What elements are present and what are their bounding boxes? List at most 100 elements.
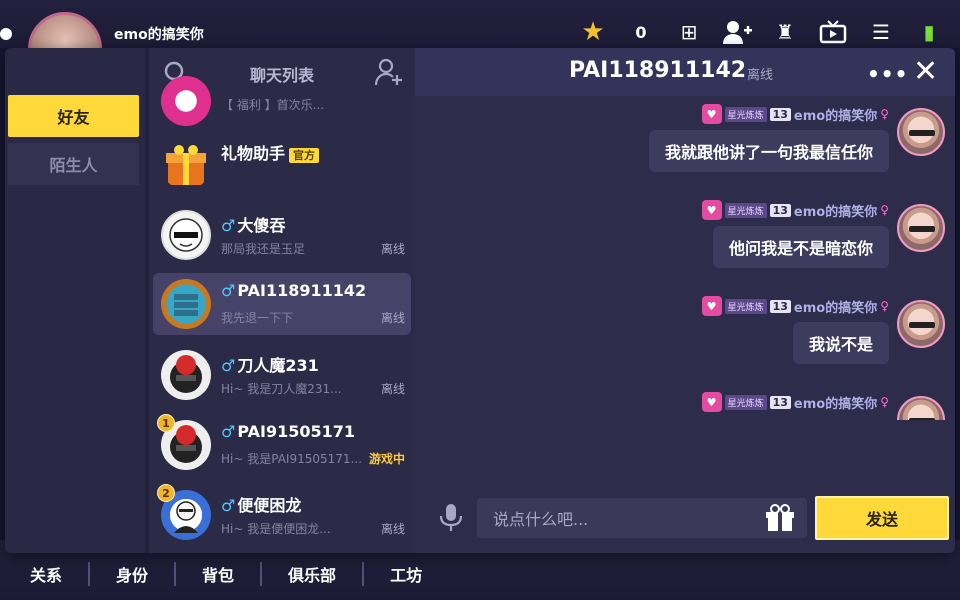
add-box-icon[interactable]: ⊞ (674, 18, 704, 46)
level-badge: 13 (769, 203, 791, 217)
bottom-tabs: 关系 身份 背包 俱乐部 工坊 (20, 562, 448, 586)
level-badge: 13 (769, 107, 791, 121)
list-item-preview: 那局我还是玉足 (221, 242, 306, 256)
avatar (161, 350, 211, 400)
gift-icon[interactable] (765, 504, 795, 532)
sunglasses-icon (909, 226, 935, 232)
list-item-name: ♂ 便便困龙 (221, 496, 302, 515)
status-badge: 离线 (380, 522, 405, 536)
list-item[interactable]: 【 福利 】首次乐... (153, 70, 411, 132)
tv-icon[interactable] (818, 18, 848, 46)
title-tag: 星光炼炼 (724, 298, 767, 314)
message-meta: ♥ 星光炼炼 13 emo的搞笑你 ♀ (701, 104, 889, 124)
message-list[interactable]: ♥ 星光炼炼 13 emo的搞笑你 ♀ 我就跟他讲了一句我最信任你 ♥ 星光炼炼… (415, 96, 955, 420)
list-item-preview: 【 福利 】首次乐... (221, 98, 325, 112)
conversation-panel: PAI118911142 离线 ••• ✕ ♥ 星光炼炼 13 emo的搞笑你 … (415, 48, 955, 553)
list-item-selected[interactable]: ♂ PAI118911142 我先退一下下 离线 (153, 273, 411, 335)
tab-relations[interactable]: 关系 (20, 562, 91, 586)
message: ♥ 星光炼炼 13 emo的搞笑你 ♀ 他问我是不是暗恋你 (415, 200, 955, 280)
avatar (161, 279, 211, 329)
sunglasses-icon (909, 130, 935, 136)
sunglasses-icon (909, 322, 935, 328)
male-icon: ♂ (221, 281, 236, 300)
sender-avatar[interactable] (897, 204, 945, 252)
level-badge: 13 (769, 395, 791, 409)
more-icon[interactable]: ••• (867, 62, 908, 86)
message-bubble[interactable]: 他问我是不是暗恋你 (712, 226, 889, 268)
message: ♥ 星光炼炼 13 emo的搞笑你 ♀ 我说不是 (415, 296, 955, 376)
tab-backpack[interactable]: 背包 (176, 562, 263, 586)
list-item-preview: 我先退一下下 (221, 311, 294, 325)
male-icon: ♂ (221, 422, 236, 441)
list-item[interactable]: 1 ♂ PAI91505171 Hi~ 我是PAI91505171... 游戏中 (153, 414, 411, 476)
title-tag: 星光炼炼 (724, 202, 767, 218)
signal-icon: ▮ (923, 20, 935, 44)
level-badge: 13 (769, 299, 791, 313)
sender-avatar[interactable] (897, 108, 945, 156)
rank-icon[interactable]: ♜ (770, 18, 800, 46)
avatar (161, 76, 211, 126)
message-bubble[interactable]: 我就跟他讲了一句我最信任你 (648, 130, 889, 172)
conversation-header: PAI118911142 离线 ••• ✕ (415, 48, 955, 96)
strangers-tab[interactable]: 陌生人 (8, 143, 139, 185)
sender-name: emo的搞笑你 (793, 108, 878, 124)
male-icon: ♂ (221, 356, 236, 375)
message: ♥ 星光炼炼 13 emo的搞笑你 ♀ (415, 392, 955, 420)
female-icon: ♀ (880, 395, 889, 409)
heart-badge-icon: ♥ (701, 104, 722, 124)
status-dot (0, 28, 12, 40)
list-item-name: 礼物助手 官方 (221, 140, 320, 164)
female-icon: ♀ (880, 203, 889, 217)
chat-list-panel: 聊天列表 【 福利 】首次乐... 礼物助手 官方 ♂ 大傻吞 那局我还是玉足 … (149, 48, 415, 553)
star-icon[interactable]: ★ (578, 17, 608, 47)
microphone-icon[interactable] (437, 502, 465, 532)
rank-badge: 1 (157, 414, 175, 432)
list-item-name: ♂ PAI91505171 (221, 422, 355, 441)
sunglasses-icon (909, 418, 935, 420)
chat-category-nav: 好友 陌生人 (5, 48, 145, 553)
friends-tab[interactable]: 好友 (8, 95, 139, 137)
message-bubble[interactable]: 我说不是 (792, 322, 889, 364)
list-item-name: ♂ 大傻吞 (221, 216, 286, 235)
avatar (161, 210, 211, 260)
sender-name: emo的搞笑你 (793, 396, 878, 412)
coin-count: 0 (635, 22, 647, 42)
send-button[interactable]: 发送 (815, 496, 949, 540)
list-item-name: ♂ PAI118911142 (221, 281, 367, 300)
male-icon: ♂ (221, 216, 236, 235)
message: ♥ 星光炼炼 13 emo的搞笑你 ♀ 我就跟他讲了一句我最信任你 (415, 104, 955, 184)
female-icon: ♀ (880, 107, 889, 121)
list-item-preview: Hi~ 我是刀人魔231... (221, 382, 342, 396)
gift-box-icon (161, 140, 211, 190)
conversation-title: PAI118911142 (569, 58, 747, 83)
list-item[interactable]: 礼物助手 官方 (153, 134, 411, 196)
heart-badge-icon: ♥ (701, 200, 722, 220)
player-username: emo的搞笑你 (114, 27, 204, 43)
message-meta: ♥ 星光炼炼 13 emo的搞笑你 ♀ (701, 296, 889, 316)
list-item[interactable]: ♂ 大傻吞 那局我还是玉足 离线 (153, 204, 411, 266)
close-icon[interactable]: ✕ (913, 54, 938, 89)
title-tag: 星光炼炼 (724, 394, 767, 410)
message-meta: ♥ 星光炼炼 13 emo的搞笑你 ♀ (701, 200, 889, 220)
list-item[interactable]: 2 ♂ 便便困龙 Hi~ 我是便便困龙... 离线 (153, 484, 411, 546)
tab-workshop[interactable]: 工坊 (364, 562, 448, 586)
chat-window: 好友 陌生人 聊天列表 【 福利 】首次乐... 礼物助手 官方 ♂ 大傻吞 那… (5, 48, 955, 553)
tab-club[interactable]: 俱乐部 (262, 562, 365, 586)
list-item-name: ♂ 刀人魔231 (221, 356, 319, 375)
female-icon: ♀ (880, 299, 889, 313)
heart-badge-icon: ♥ (701, 296, 722, 316)
message-meta: ♥ 星光炼炼 13 emo的搞笑你 ♀ (701, 392, 889, 412)
sender-avatar[interactable] (897, 396, 945, 420)
list-item[interactable]: ♂ 刀人魔231 Hi~ 我是刀人魔231... 离线 (153, 344, 411, 406)
top-right-icons: ★ 0 ⊞ ♜ ☰ ▮ (578, 17, 944, 47)
menu-icon[interactable]: ☰ (866, 18, 896, 46)
list-item-preview: Hi~ 我是便便困龙... (221, 522, 331, 536)
sender-name: emo的搞笑你 (793, 204, 878, 220)
rank-badge: 2 (157, 484, 175, 502)
official-badge: 官方 (289, 148, 320, 163)
sender-avatar[interactable] (897, 300, 945, 348)
add-friend-icon[interactable] (722, 18, 752, 46)
message-input[interactable]: 说点什么吧... (477, 498, 807, 538)
tab-identity[interactable]: 身份 (90, 562, 177, 586)
status-badge: 离线 (380, 242, 405, 256)
